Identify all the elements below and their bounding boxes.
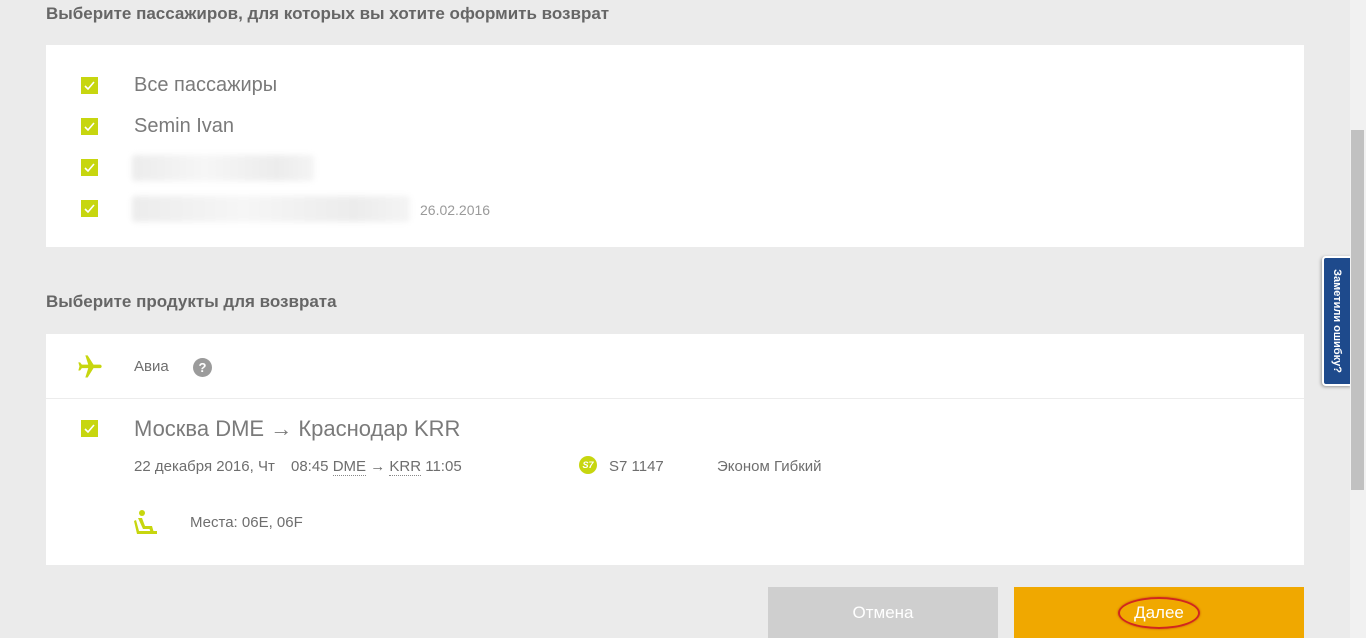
passengers-section-title: Выберите пассажиров, для которых вы хоти… — [46, 4, 610, 23]
check-icon — [84, 163, 95, 172]
check-icon — [84, 204, 95, 213]
flight-number: S7 1147 — [609, 458, 664, 475]
flight-route: Москва DME → Краснодар KRR — [134, 416, 461, 441]
page-content: Выберите пассажиров, для которых вы хоти… — [0, 0, 1352, 638]
departure-airport-code[interactable]: DME — [332, 458, 367, 476]
next-button-label: Далее — [1118, 596, 1200, 629]
cancel-button[interactable]: Отмена — [768, 587, 998, 638]
passenger-name-redacted — [132, 196, 410, 222]
fare-class: Эконом Гибкий — [717, 458, 822, 475]
flight-date: 22 декабря 2016, Чт — [134, 458, 275, 475]
arrival-airport-code[interactable]: KRR — [389, 458, 422, 476]
departure-time: 08:45 — [290, 458, 329, 475]
passenger-birth-date: 26.02.2016 — [420, 202, 491, 218]
cancel-button-label: Отмена — [852, 602, 914, 622]
check-icon — [84, 122, 95, 131]
products-card: Авиа ? Москва DME → Краснодар KRR 22 дек… — [46, 334, 1304, 565]
passenger-name-redacted — [132, 155, 314, 181]
checkbox-passenger[interactable] — [81, 159, 98, 176]
plane-icon — [76, 353, 104, 386]
check-icon — [84, 424, 95, 433]
feedback-tab-label: Заметили ошибку? — [1331, 269, 1343, 373]
next-button[interactable]: Далее — [1014, 587, 1304, 638]
check-icon — [84, 81, 95, 90]
flight-details: 22 декабря 2016, Чт 08:45 DME → KRR 11:0… — [134, 458, 462, 476]
scrollbar-thumb[interactable] — [1351, 130, 1364, 490]
arrow-icon: → — [370, 458, 386, 475]
checkbox-flight[interactable] — [81, 420, 98, 437]
products-section-title: Выберите продукты для возврата — [46, 292, 337, 311]
passengers-card: Все пассажиры Semin Ivan 26.02.2016 — [46, 45, 1304, 247]
feedback-tab[interactable]: Заметили ошибку? — [1322, 256, 1352, 386]
seats-info: Места: 06E, 06F — [190, 514, 303, 531]
scrollbar[interactable] — [1350, 0, 1366, 638]
s7-logo: S7 — [579, 456, 597, 474]
help-icon[interactable]: ? — [193, 358, 212, 377]
checkbox-passenger[interactable] — [81, 118, 98, 135]
seat-icon — [134, 509, 160, 542]
all-passengers-label: Все пассажиры — [134, 74, 278, 96]
divider — [46, 398, 1304, 399]
passenger-name: Semin Ivan — [134, 115, 235, 137]
checkbox-passenger[interactable] — [81, 200, 98, 217]
checkbox-all-passengers[interactable] — [81, 77, 98, 94]
arrival-time: 11:05 — [425, 458, 462, 475]
product-category-avia: Авиа — [134, 358, 169, 375]
